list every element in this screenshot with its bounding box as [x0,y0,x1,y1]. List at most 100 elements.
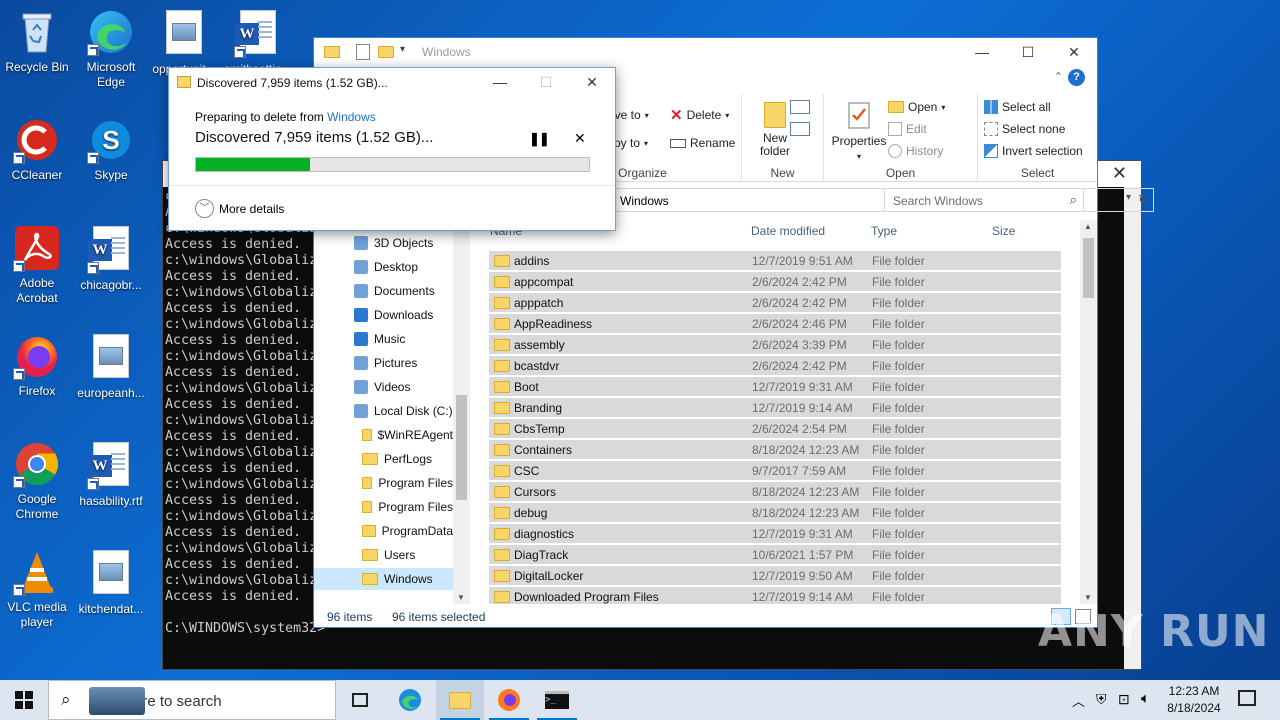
scroll-down-icon[interactable]: ▼ [1084,593,1092,602]
nav-item[interactable]: PerfLogs [314,448,453,470]
desktop-icon-google-chrome[interactable]: Google Chrome [1,440,73,522]
select-all-button[interactable]: Select all [984,100,1051,114]
navigation-pane[interactable]: This PC3D ObjectsDesktopDocumentsDownloa… [314,220,470,602]
chevron-down-icon[interactable]: ﹀ [195,199,214,218]
new-folder-quick-icon[interactable] [378,46,394,58]
invert-selection-button[interactable]: Invert selection [984,144,1083,158]
file-row[interactable]: DiagTrack 10/6/2021 1:57 PM File folder [489,545,1061,565]
nav-item[interactable]: Pictures [314,352,453,374]
nav-item[interactable]: Videos [314,376,453,398]
desktop-icon-vlc[interactable]: VLC media player [1,548,73,630]
minimize-button[interactable]: — [477,68,523,96]
close-button[interactable]: ✕ [569,68,615,96]
nav-item[interactable]: Desktop [314,256,453,278]
delete-progress-dialog[interactable]: Discovered 7,959 items (1.52 GB)... — ☐ … [168,67,616,231]
desktop-icon-hasability[interactable]: hasability.rtf [75,440,147,509]
nav-item[interactable]: Local Disk (C:) [314,400,453,422]
file-row[interactable]: bcastdvr 2/6/2024 2:42 PM File folder [489,356,1061,376]
desktop-icon-recycle-bin[interactable]: Recycle Bin [1,8,73,75]
nav-item[interactable]: Music [314,328,453,350]
desktop-icon-chicagobr[interactable]: chicagobr... [75,224,147,293]
maximize-button[interactable]: ☐ [1005,38,1051,66]
desktop-icon-skype[interactable]: S Skype [75,116,147,183]
file-row[interactable]: assembly 2/6/2024 3:39 PM File folder [489,335,1061,355]
taskbar-search-input[interactable]: ⌕ Type here to search [48,680,336,720]
cancel-button[interactable]: ✕ [574,130,586,147]
refresh-icon[interactable]: ↻ [1138,192,1149,208]
start-button[interactable] [0,680,48,720]
scroll-up-icon[interactable]: ▲ [1084,222,1092,231]
chevron-down-icon[interactable]: ▾ [400,44,405,55]
open-button[interactable]: Open ▾ [888,100,945,114]
nav-item[interactable]: ProgramData [314,520,453,542]
properties-quick-icon[interactable] [356,44,370,60]
history-button[interactable]: History [888,144,943,158]
file-row[interactable]: Cursors 8/18/2024 12:23 AM File folder [489,482,1061,502]
edit-button[interactable]: Edit [888,122,927,136]
file-list[interactable]: Name Date modified Type Size addins 12/7/… [486,220,1080,604]
taskbar-firefox[interactable] [485,680,533,720]
properties-button[interactable]: Properties ▾ [830,100,888,161]
scroll-down-icon[interactable]: ▼ [457,593,465,602]
file-row[interactable]: DigitalLocker 12/7/2019 9:50 AM File folde… [489,566,1061,586]
file-row[interactable]: CbsTemp 2/6/2024 2:54 PM File folder [489,419,1061,439]
clock[interactable]: 12:23 AM 8/18/2024 [1156,683,1232,717]
column-type[interactable]: Type [871,224,897,248]
nav-item[interactable]: Downloads [314,304,453,326]
collapse-ribbon-icon[interactable]: ⌃ [1054,70,1063,83]
file-row[interactable]: diagnostics 12/7/2019 9:31 AM File folder [489,524,1061,544]
delete-button[interactable]: ✕ Delete ▾ [670,106,729,124]
security-icon[interactable]: ⛨ [1096,691,1107,708]
file-row[interactable]: Branding 12/7/2019 9:14 AM File folder [489,398,1061,418]
desktop-icon-kitchendat[interactable]: kitchendat... [75,548,147,617]
file-row[interactable]: Downloaded Program Files 12/7/2019 9:14 A… [489,587,1061,604]
explorer-titlebar[interactable]: ▾ Windows — ☐ ✕ [314,38,1097,66]
nav-item[interactable]: Program Files [314,472,453,494]
desktop-icon-adobe-acrobat[interactable]: Adobe Acrobat [1,224,73,306]
desktop-icon-firefox[interactable]: Firefox [1,332,73,399]
volume-icon[interactable]: 🔈︎ [1141,690,1150,707]
search-input[interactable]: Search Windows ⌕ [884,188,1084,212]
file-row[interactable]: Containers 8/18/2024 12:23 AM File folder [489,440,1061,460]
taskbar-command-prompt[interactable]: >_ [533,680,581,720]
nav-item[interactable]: Program Files [314,496,453,518]
file-row[interactable]: addins 12/7/2019 9:51 AM File folder [489,251,1061,271]
taskbar-edge[interactable] [386,680,434,720]
notifications-icon[interactable] [1238,690,1256,706]
task-view-button[interactable] [336,680,384,720]
rename-button[interactable]: Rename [670,136,735,150]
console-scrollbar[interactable] [1124,187,1141,669]
column-size[interactable]: Size [992,224,1015,248]
nav-item[interactable]: Users [314,544,453,566]
close-button[interactable]: ✕ [1051,38,1097,66]
desktop-icon-europeanh[interactable]: europeanh... [75,332,147,401]
select-none-button[interactable]: Select none [984,122,1065,136]
new-item-icon[interactable] [790,100,810,114]
nav-item[interactable]: Documents [314,280,453,302]
nav-item[interactable]: $WinREAgent [314,424,453,446]
desktop-icon-microsoft-edge[interactable]: Microsoft Edge [75,8,147,90]
chevron-up-icon[interactable]: ︿ [1072,691,1085,710]
help-icon[interactable]: ? [1068,69,1085,86]
file-row[interactable]: apppatch 2/6/2024 2:42 PM File folder [489,293,1061,313]
nav-item[interactable]: 3D Objects [314,232,453,254]
file-row[interactable]: Boot 12/7/2019 9:31 AM File folder [489,377,1061,397]
file-row[interactable]: appcompat 2/6/2024 2:42 PM File folder [489,272,1061,292]
easy-access-icon[interactable] [790,122,810,136]
copy-to-button[interactable]: py to ▾ [614,136,648,150]
file-row[interactable]: AppReadiness 2/6/2024 2:46 PM File folder [489,314,1061,334]
desktop-icon-ccleaner[interactable]: CCleaner [1,116,73,183]
pause-button[interactable]: ❚❚ [529,131,550,147]
file-row[interactable]: CSC 9/7/2017 7:59 AM File folder [489,461,1061,481]
close-icon[interactable]: ✕ [1112,163,1127,184]
file-list-scrollbar[interactable]: ▲ ▼ [1080,220,1097,604]
nav-scrollbar[interactable]: ▼ [453,220,470,604]
location-link[interactable]: Windows [327,110,376,124]
column-date-modified[interactable]: Date modified [751,224,825,248]
taskbar-file-explorer[interactable] [436,680,484,720]
minimize-button[interactable]: — [959,38,1005,66]
nav-item[interactable]: Windows [314,568,453,590]
network-icon[interactable]: ⊡ [1118,691,1130,708]
chevron-down-icon[interactable]: ▾ [1126,192,1131,203]
more-details-button[interactable]: More details [219,202,284,216]
